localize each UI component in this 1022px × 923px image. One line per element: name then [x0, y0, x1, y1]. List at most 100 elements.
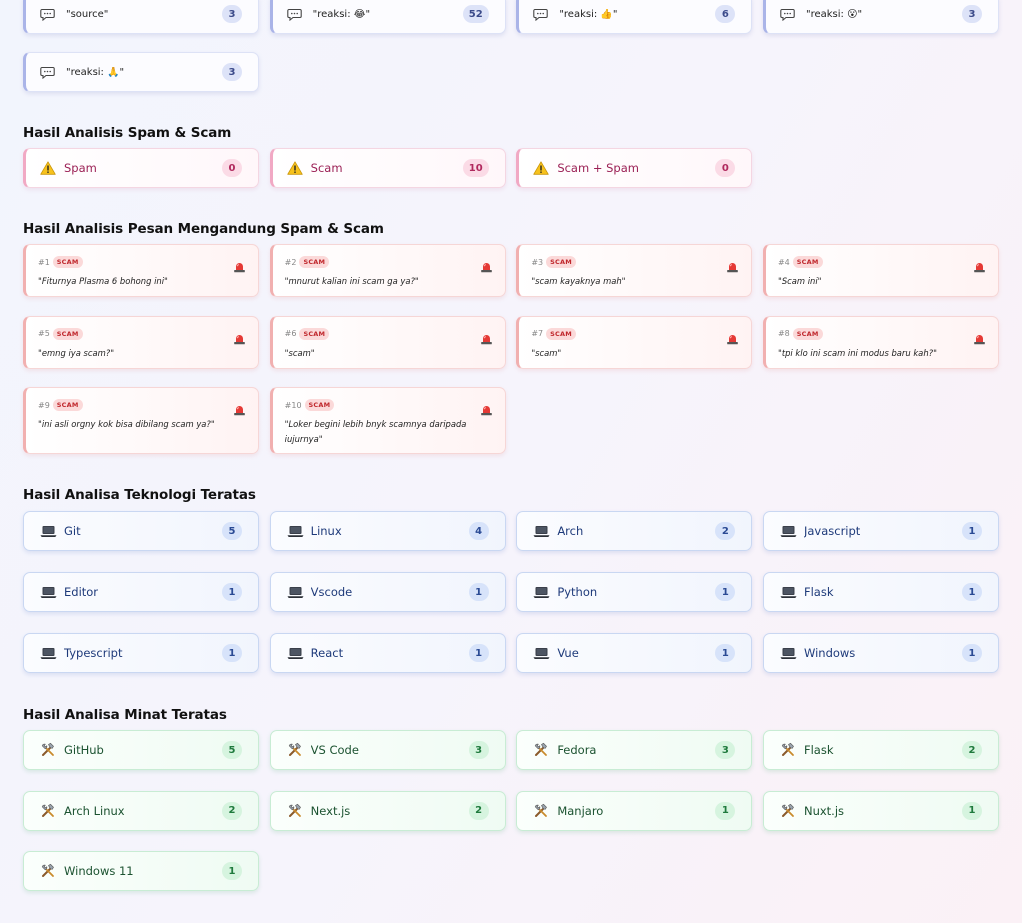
interest-card: Arch Linux 2 [23, 790, 259, 831]
spam-card: Spam 0 [23, 148, 259, 188]
siren-icon [233, 258, 246, 273]
message-card: #5 SCAM "emng iya scam?" [23, 315, 259, 369]
tech-count-badge: 1 [961, 583, 982, 601]
interest-card: Nuxt.js 1 [762, 790, 999, 831]
tech-label: Flask [803, 585, 834, 599]
message-number: #6 [284, 329, 297, 338]
reaction-label: "reaksi: 👍" [559, 8, 618, 20]
interest-card: GitHub 5 [23, 730, 259, 770]
message-number: #7 [531, 329, 544, 338]
laptop-icon [533, 586, 557, 599]
message-text: "Scam ini" [777, 276, 822, 286]
tools-icon [780, 803, 804, 819]
message-text: "emng iya scam?" [38, 347, 115, 358]
tech-card: Vscode 1 [269, 572, 506, 612]
tech-label: React [310, 646, 344, 660]
tech-label: Python [557, 585, 598, 599]
tools-icon [40, 863, 64, 879]
interest-count-badge: 5 [222, 741, 242, 759]
message-number: #2 [284, 257, 297, 267]
scam-spam-count-badge: 0 [715, 159, 736, 177]
scam-tag: SCAM [52, 399, 83, 411]
tech-count-badge: 1 [468, 644, 489, 662]
laptop-icon [533, 525, 557, 538]
tools-icon [287, 803, 311, 819]
reaction-count-badge: 6 [715, 5, 736, 23]
siren-icon [233, 401, 246, 416]
interest-card: VS Code 3 [269, 730, 506, 770]
tech-count-badge: 1 [715, 583, 736, 601]
interest-label: Fedora [557, 743, 597, 757]
reaction-card: "reaksi: 🙏" 3 [23, 52, 259, 92]
scam-tag: SCAM [52, 327, 83, 340]
messages-grid: #1 SCAM "Fiturnya Plasma 6 bohong ini" #2 SC… [23, 244, 999, 454]
interest-label: Windows 11 [64, 864, 134, 878]
scam-tag: SCAM [792, 256, 823, 268]
interest-card: Next.js 2 [269, 790, 506, 831]
laptop-icon [780, 586, 804, 599]
reaction-card: "reaksi: 👍" 6 [516, 0, 753, 34]
tech-card: Windows 1 [762, 633, 999, 673]
interest-label: Nuxt.js [803, 803, 845, 818]
tech-label: Editor [64, 585, 99, 599]
message-text: "ini asli orgny kok bisa dibilang scam y… [38, 419, 215, 429]
section-title-messages: Hasil Analisis Pesan Mengandung Spam & S… [23, 221, 384, 237]
laptop-icon [287, 525, 311, 538]
laptop-icon [40, 586, 64, 599]
siren-icon [480, 258, 493, 273]
message-card: #8 SCAM "tpi klo ini scam ini modus baru k… [762, 315, 999, 369]
tech-label: Vscode [310, 585, 353, 599]
message-number: #4 [777, 257, 790, 267]
reaction-label: "source" [66, 8, 109, 20]
message-number: #3 [531, 257, 544, 267]
message-number: #5 [38, 329, 50, 338]
tech-label: Git [64, 524, 81, 538]
tech-count-badge: 1 [961, 644, 982, 662]
interest-count-badge: 1 [222, 862, 242, 880]
tech-card: Javascript 1 [762, 511, 999, 551]
tech-card: React 1 [269, 633, 506, 673]
interest-card: Fedora 3 [516, 730, 753, 770]
message-number: #1 [38, 257, 50, 267]
reaction-card: "reaksi: 😮" 3 [762, 0, 999, 34]
tools-icon [40, 803, 64, 819]
tech-count-badge: 1 [961, 522, 982, 540]
interest-card: Windows 11 1 [23, 851, 259, 891]
message-text: "scam" [531, 347, 562, 358]
scam-spam-card: Scam + Spam 0 [516, 148, 753, 188]
warning-icon [286, 161, 311, 175]
scam-count-badge: 10 [462, 159, 489, 177]
warning-icon [533, 161, 557, 175]
tech-label: Windows [803, 646, 856, 660]
message-card: #6 SCAM "scam" [269, 315, 506, 369]
interest-grid: GitHub 5 VS Code 3 Fedora 3 Flask 2 Arch Linux 2 N… [23, 730, 999, 891]
reaction-count-badge: 3 [961, 5, 982, 23]
interest-label: VS Code [310, 743, 359, 757]
tech-label: Javascript [803, 524, 861, 538]
tech-grid: Git 5 Linux 4 Arch 2 Javascript 1 Editor 1 Vscode 1… [23, 511, 999, 673]
interest-count-badge: 2 [468, 801, 489, 820]
reaction-count-badge: 3 [222, 5, 242, 23]
interest-count-badge: 1 [961, 801, 982, 820]
scam-tag: SCAM [792, 327, 823, 340]
tech-card: Typescript 1 [23, 633, 259, 673]
tools-icon [287, 742, 311, 758]
tech-card: Arch 2 [516, 511, 753, 551]
message-card: #9 SCAM "ini asli orgny kok bisa dibilang … [23, 387, 259, 454]
tools-icon [533, 742, 557, 758]
laptop-icon [533, 647, 557, 660]
interest-card: Manjaro 1 [516, 790, 753, 831]
siren-icon [480, 330, 493, 344]
tech-card: Flask 1 [762, 572, 999, 612]
message-text: "Fiturnya Plasma 6 bohong ini" [38, 276, 168, 286]
tech-count-badge: 1 [468, 583, 489, 601]
tech-label: Linux [310, 524, 342, 538]
interest-count-badge: 2 [222, 801, 242, 820]
message-text: "scam" [284, 347, 315, 358]
message-text: "Loker begini lebih bnyk scamnya daripad… [284, 419, 467, 444]
message-text: "tpi klo ini scam ini modus baru kah?" [777, 347, 937, 358]
interest-card: Flask 2 [762, 730, 999, 770]
speech-bubble-icon [286, 8, 313, 21]
tools-icon [780, 742, 804, 758]
interest-label: Flask [803, 743, 834, 757]
